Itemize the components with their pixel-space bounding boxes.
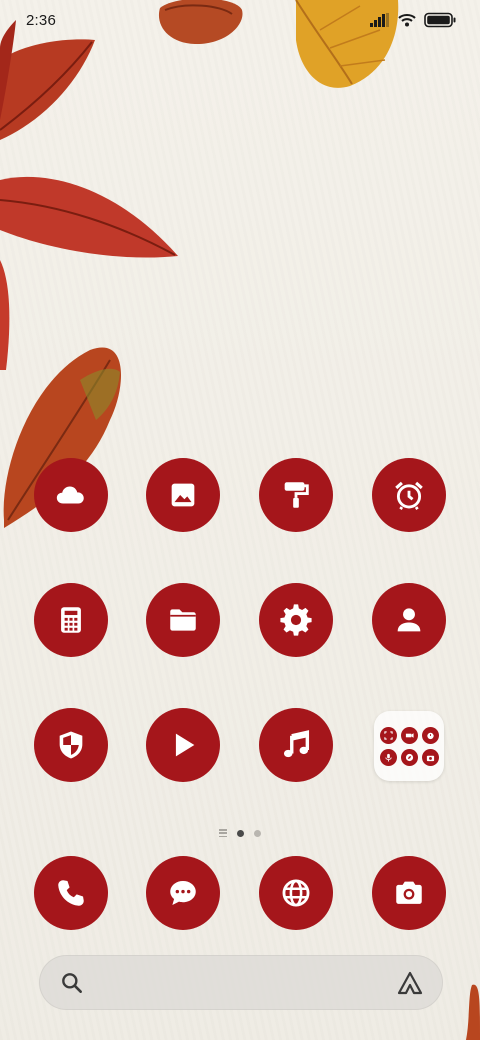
globe-icon [282, 879, 310, 907]
screen-recorder-icon [400, 726, 418, 744]
status-icons [370, 12, 456, 28]
gallery-icon [171, 483, 195, 507]
person-icon [397, 608, 421, 632]
app-folder[interactable] [374, 711, 444, 781]
messages-app[interactable] [146, 856, 220, 930]
page-dot-1 [237, 829, 244, 837]
page-indicator[interactable] [0, 829, 480, 837]
calculator-app[interactable] [34, 583, 108, 657]
app-list-indicator-icon [219, 829, 227, 837]
themes-app[interactable] [259, 458, 333, 532]
cloud-app[interactable] [34, 458, 108, 532]
search-icon[interactable] [59, 970, 85, 996]
play-icon [175, 733, 195, 757]
wifi-icon [398, 14, 416, 27]
assistant-icon[interactable] [395, 969, 425, 997]
browser-app[interactable] [259, 856, 333, 930]
chat-bubble-icon [170, 880, 196, 906]
music-note-icon [283, 730, 310, 758]
clock-app[interactable] [372, 458, 446, 532]
settings-app[interactable] [259, 583, 333, 657]
compass-icon [400, 748, 418, 766]
paint-roller-icon [284, 482, 309, 508]
signal-icon [370, 13, 389, 27]
file-manager-app[interactable] [146, 583, 220, 657]
contacts-app[interactable] [372, 583, 446, 657]
shield-icon [59, 731, 83, 759]
voice-recorder-icon [379, 748, 397, 766]
music-app[interactable] [259, 708, 333, 782]
gear-icon [280, 604, 312, 636]
cloud-icon [56, 486, 84, 504]
camera-mini-icon [421, 748, 439, 766]
phone-app[interactable] [34, 856, 108, 930]
security-app[interactable] [34, 708, 108, 782]
gallery-app[interactable] [146, 458, 220, 532]
battery-icon [424, 12, 456, 28]
video-player-app[interactable] [146, 708, 220, 782]
camera-icon [396, 881, 422, 904]
search-bar[interactable] [39, 955, 443, 1010]
phone-icon [58, 880, 84, 906]
folder-icon [170, 609, 196, 631]
stopwatch-icon [421, 726, 439, 744]
alarm-clock-icon [395, 481, 423, 510]
status-bar: 2:36 [0, 0, 480, 40]
camera-app[interactable] [372, 856, 446, 930]
page-dot-2 [254, 829, 261, 837]
status-time: 2:36 [26, 12, 56, 29]
calculator-icon [61, 607, 81, 633]
scanner-icon [379, 726, 397, 744]
